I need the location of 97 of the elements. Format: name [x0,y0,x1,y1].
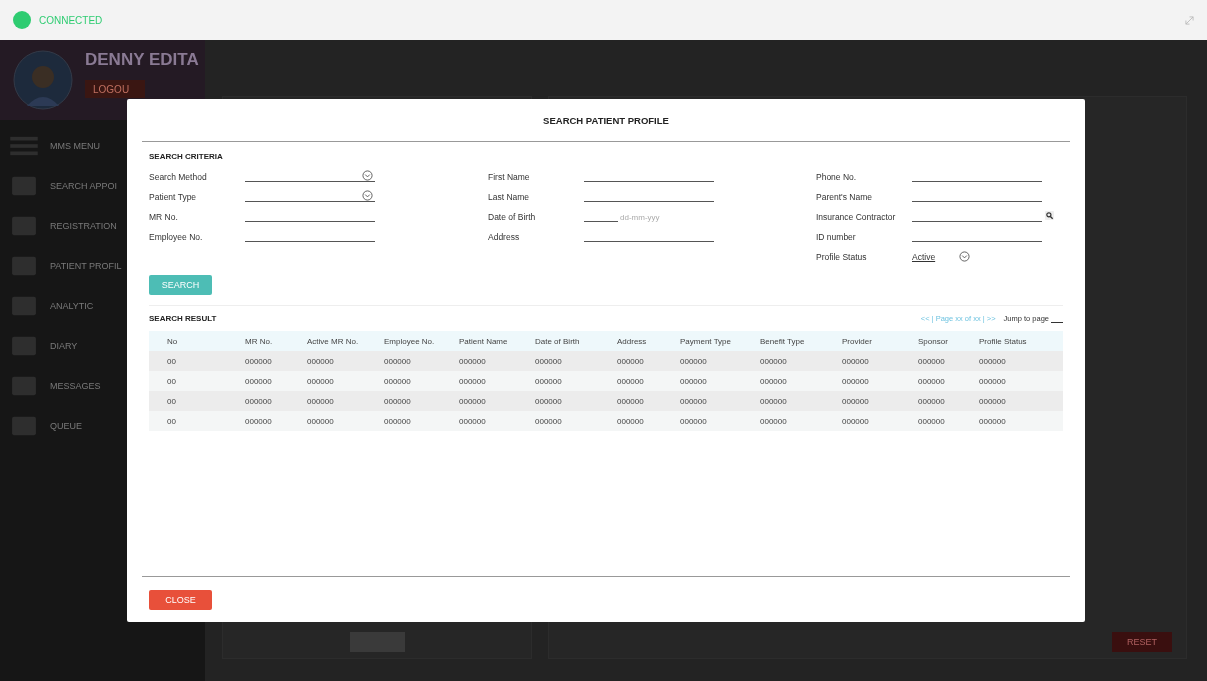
menu-item-icon [10,175,38,197]
table-cell: 000000 [840,411,916,431]
date-field[interactable]: dd-mm-yyy [584,212,660,222]
table-cell: 000000 [916,351,977,371]
connection-status: CONNECTED [39,14,103,26]
close-button[interactable]: CLOSE [149,589,212,610]
table-cell: 000000 [678,351,758,371]
table-cell: 000000 [977,371,1063,391]
logout-button[interactable]: LOGOU [85,80,145,98]
table-cell: 000000 [533,411,615,431]
table-cell: 000000 [916,371,977,391]
menu-item-icon [10,255,38,277]
table-cell: 000000 [840,371,916,391]
table-cell: 000000 [243,351,305,371]
section-heading: SEARCH CRITERIA [149,152,224,161]
field-label: Patient Type [149,192,198,202]
table-cell: 000000 [615,351,678,371]
table-cell: 000000 [457,391,533,411]
section-heading: SEARCH RESULT [149,314,217,323]
field-label: Phone No. [816,172,858,182]
menu-item-icon [10,335,38,357]
table-cell: 000000 [840,391,916,411]
table-cell: 000000 [457,411,533,431]
column-header: Active MR No. [305,331,382,351]
table-cell: 000000 [382,351,457,371]
column-header: No [149,331,243,351]
table-cell: 000000 [305,391,382,411]
field-label: Insurance Contractor [816,212,897,222]
column-header: MR No. [243,331,305,351]
column-header: Benefit Type [758,331,840,351]
chevron-icon[interactable] [959,251,970,262]
table-cell: 000000 [615,411,678,431]
table-cell: 000000 [758,371,840,391]
table-cell: 000000 [678,411,758,431]
table-cell: 000000 [382,411,457,431]
column-header: Date of Birth [533,331,615,351]
table-cell: 000000 [533,371,615,391]
table-cell: 000000 [305,411,382,431]
table-cell: 000000 [977,391,1063,411]
field-label: Profile Status [816,252,868,262]
column-header: Employee No. [382,331,457,351]
table-cell: 000000 [243,371,305,391]
table-cell: 000000 [615,371,678,391]
field-label: Search Method [149,172,208,182]
table-cell: 000000 [382,371,457,391]
chevron-icon[interactable] [362,190,373,201]
table-cell: 000000 [615,391,678,411]
table-cell: 000000 [305,371,382,391]
field-label: Date of Birth [488,212,537,222]
menu-item-icon [10,375,38,397]
user-name: DENNY EDITA [85,50,199,70]
column-header: Patient Name [457,331,533,351]
column-header: Provider [840,331,916,351]
table-cell: 000000 [457,351,533,371]
table-cell: 000000 [243,411,305,431]
table-cell: 000000 [382,391,457,411]
column-header: Sponsor [916,331,977,351]
chevron-icon[interactable] [362,170,373,181]
menu-item-icon [10,415,38,437]
table-cell: 000000 [678,371,758,391]
table-cell: 000000 [533,391,615,411]
avatar-icon [13,50,73,110]
table-cell: 000000 [305,351,382,371]
menu-item-icon [10,295,38,317]
table-cell: 000000 [758,411,840,431]
table-cell: 000000 [678,391,758,411]
table-cell: 000000 [916,411,977,431]
field-label: ID number [816,232,857,242]
status-select[interactable]: Active [912,252,946,262]
dialog-title: SEARCH PATIENT PROFILE [543,114,669,126]
field-label: First Name [488,172,531,182]
column-header: Address [615,331,678,351]
menu-icon [10,135,38,157]
menu-item-icon [10,215,38,237]
field-label: Parent's Name [816,192,873,202]
table-cell: 00 [149,391,243,411]
column-header: Profile Status [977,331,1063,351]
table-cell: 000000 [758,351,840,371]
table-cell: 00 [149,371,243,391]
table-cell: 000000 [533,351,615,371]
table-cell: 000000 [243,391,305,411]
field-label: Employee No. [149,232,204,242]
field-label: Last Name [488,192,531,202]
table-cell: 000000 [758,391,840,411]
table-cell: 000000 [457,371,533,391]
field-label: Address [488,232,521,242]
column-header: Payment Type [678,331,758,351]
table-cell: 00 [149,411,243,431]
table-cell: 000000 [977,351,1063,371]
table-cell: 000000 [916,391,977,411]
table-cell: 000000 [977,411,1063,431]
table-cell: 00 [149,351,243,371]
search-icon[interactable] [1045,210,1054,220]
reset-button[interactable]: RESET [1112,632,1172,652]
field-label: MR No. [149,212,179,222]
table-cell: 000000 [840,351,916,371]
search-button[interactable]: SEARCH [149,275,212,295]
